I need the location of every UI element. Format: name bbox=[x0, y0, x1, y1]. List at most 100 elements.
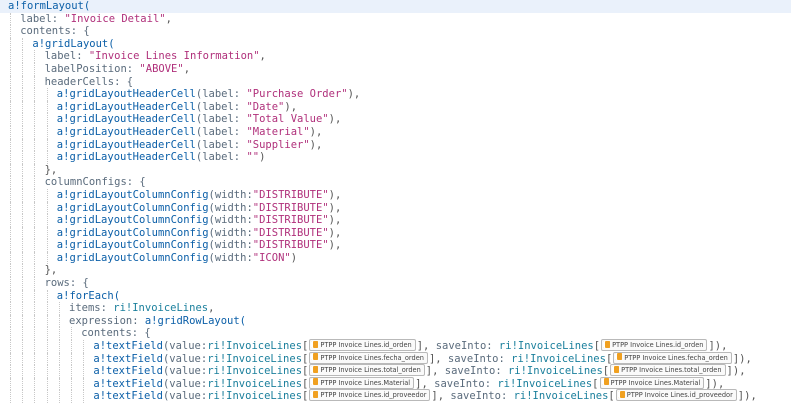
code-token: a!textField bbox=[93, 340, 163, 353]
code-token: a!gridLayoutHeaderCell bbox=[56, 88, 196, 101]
indent-guide bbox=[10, 340, 11, 353]
code-line[interactable]: a!textField(value:ri!InvoiceLines[PTPP I… bbox=[0, 339, 791, 353]
record-field-chip[interactable]: PTPP Invoice Lines.id_orden bbox=[601, 339, 708, 352]
indent-guide bbox=[10, 25, 11, 38]
code-line[interactable]: a!gridLayout( bbox=[0, 37, 791, 51]
code-token: ri!InvoiceLines bbox=[207, 377, 303, 390]
code-token: ri!InvoiceLines bbox=[207, 340, 303, 353]
indent-guide bbox=[46, 352, 48, 366]
code-token: (label: bbox=[195, 138, 247, 151]
record-field-chip[interactable]: PTPP Invoice Lines.Material bbox=[599, 376, 705, 389]
indent-guide bbox=[10, 302, 11, 315]
code-line[interactable]: labelPosition: "ABOVE", bbox=[0, 62, 791, 76]
indent-guide bbox=[10, 251, 11, 265]
record-type-icon bbox=[601, 378, 609, 386]
code-line[interactable]: headerCells: { bbox=[0, 75, 791, 89]
code-line[interactable]: a!gridLayoutColumnConfig(width:"ICON") bbox=[0, 251, 791, 265]
code-line[interactable]: a!gridLayoutHeaderCell(label: "") bbox=[0, 151, 791, 164]
indent-guide bbox=[10, 163, 11, 177]
indent-guide bbox=[46, 88, 48, 101]
code-line[interactable]: a!gridLayoutColumnConfig(width:"DISTRIBU… bbox=[0, 201, 791, 215]
record-field-chip[interactable]: PTPP Invoice Lines.total_orden bbox=[309, 364, 425, 377]
code-token: (label: bbox=[195, 125, 247, 138]
code-token: ], bbox=[416, 340, 436, 353]
indent-guide bbox=[46, 377, 48, 391]
indent-guide bbox=[10, 277, 11, 290]
indent-guide bbox=[34, 251, 36, 265]
code-token: ), bbox=[328, 214, 342, 227]
indent-guide bbox=[22, 100, 24, 114]
indent-guide bbox=[10, 214, 11, 227]
code-token: (width: bbox=[208, 239, 253, 252]
code-token: ), bbox=[328, 226, 342, 239]
code-line[interactable]: label: "Invoice Lines Information", bbox=[0, 50, 791, 63]
code-token: a!textField bbox=[93, 365, 163, 378]
code-token: ), bbox=[328, 113, 342, 126]
code-line[interactable]: a!forEach( bbox=[0, 289, 791, 303]
chip-label: PTPP Invoice Lines.Material bbox=[610, 378, 701, 387]
code-line[interactable]: a!formLayout( bbox=[0, 0, 791, 13]
record-field-chip[interactable]: PTPP Invoice Lines.fecha_orden bbox=[613, 351, 732, 364]
chip-label: PTPP Invoice Lines.fecha_orden bbox=[624, 353, 728, 362]
code-line[interactable]: a!gridLayoutColumnConfig(width:"DISTRIBU… bbox=[0, 226, 791, 240]
code-line[interactable]: }, bbox=[0, 264, 791, 278]
record-field-chip[interactable]: PTPP Invoice Lines.id_proveedor bbox=[309, 389, 431, 402]
indent-guide bbox=[34, 50, 36, 63]
indent-guide bbox=[10, 75, 11, 89]
code-token: ], bbox=[425, 365, 445, 378]
code-token: label: bbox=[20, 12, 65, 25]
code-line[interactable]: a!gridLayoutHeaderCell(label: "Total Val… bbox=[0, 113, 791, 126]
code-line[interactable]: a!gridLayoutHeaderCell(label: "Material"… bbox=[0, 125, 791, 139]
code-line[interactable]: }, bbox=[0, 163, 791, 177]
record-field-chip[interactable]: PTPP Invoice Lines.id_proveedor bbox=[615, 389, 737, 402]
code-token: "ABOVE" bbox=[139, 62, 184, 75]
code-token: , bbox=[165, 12, 172, 25]
indent-guide bbox=[34, 75, 36, 89]
indent-guide bbox=[22, 302, 24, 315]
indent-guide bbox=[46, 226, 48, 240]
code-line[interactable]: a!gridLayoutColumnConfig(width:"DISTRIBU… bbox=[0, 214, 791, 227]
code-line[interactable]: label: "Invoice Detail", bbox=[0, 12, 791, 26]
code-token: ), bbox=[284, 100, 298, 113]
record-type-icon bbox=[612, 365, 620, 373]
indent-guide bbox=[10, 113, 11, 126]
indent-guide bbox=[22, 151, 24, 164]
indent-guide bbox=[58, 340, 60, 353]
code-line[interactable]: a!gridLayoutHeaderCell(label: "Purchase … bbox=[0, 88, 791, 101]
code-line[interactable]: items: ri!InvoiceLines, bbox=[0, 302, 791, 315]
code-token: (label: bbox=[195, 88, 247, 101]
indent-guide bbox=[34, 365, 36, 378]
record-field-chip[interactable]: PTPP Invoice Lines.id_orden bbox=[309, 339, 416, 352]
record-field-chip[interactable]: PTPP Invoice Lines.Material bbox=[309, 376, 415, 389]
code-token: a!textField bbox=[93, 390, 163, 403]
code-token: ), bbox=[328, 201, 342, 214]
code-token: contents: { bbox=[81, 327, 151, 340]
record-field-chip[interactable]: PTPP Invoice Lines.total_orden bbox=[610, 364, 726, 377]
code-token: items: bbox=[69, 302, 114, 315]
chip-label: PTPP Invoice Lines.Material bbox=[320, 378, 411, 387]
indent-guide bbox=[46, 201, 48, 215]
code-line[interactable]: a!gridLayoutHeaderCell(label: "Supplier"… bbox=[0, 138, 791, 152]
indent-guide bbox=[10, 176, 11, 189]
indent-guide bbox=[22, 62, 24, 76]
code-line[interactable]: a!gridLayoutColumnConfig(width:"DISTRIBU… bbox=[0, 239, 791, 252]
code-line[interactable]: rows: { bbox=[0, 277, 791, 290]
code-line[interactable]: expression: a!gridRowLayout( bbox=[0, 314, 791, 328]
code-line[interactable]: columnConfigs: { bbox=[0, 176, 791, 189]
code-line[interactable]: a!textField(value:ri!InvoiceLines[PTPP I… bbox=[0, 364, 791, 378]
code-line[interactable]: a!textField(value:ri!InvoiceLines[PTPP I… bbox=[0, 389, 791, 403]
code-token: "Material" bbox=[246, 125, 310, 138]
indent-guide bbox=[10, 377, 11, 391]
indent-guide bbox=[10, 138, 11, 152]
code-line[interactable]: a!gridLayoutColumnConfig(width:"DISTRIBU… bbox=[0, 188, 791, 202]
code-token: ], bbox=[431, 390, 451, 403]
indent-guide bbox=[46, 289, 48, 303]
code-token: a!textField bbox=[93, 352, 163, 365]
code-editor[interactable]: a!formLayout(label: "Invoice Detail", con… bbox=[0, 0, 791, 417]
indent-guide bbox=[71, 390, 72, 403]
code-token: a!textField bbox=[93, 377, 163, 390]
code-line[interactable]: contents: { bbox=[0, 25, 791, 38]
code-line[interactable]: a!gridLayoutHeaderCell(label: "Date"), bbox=[0, 100, 791, 114]
code-token: "Invoice Detail" bbox=[64, 12, 166, 25]
record-field-chip[interactable]: PTPP Invoice Lines.fecha_orden bbox=[309, 351, 428, 364]
